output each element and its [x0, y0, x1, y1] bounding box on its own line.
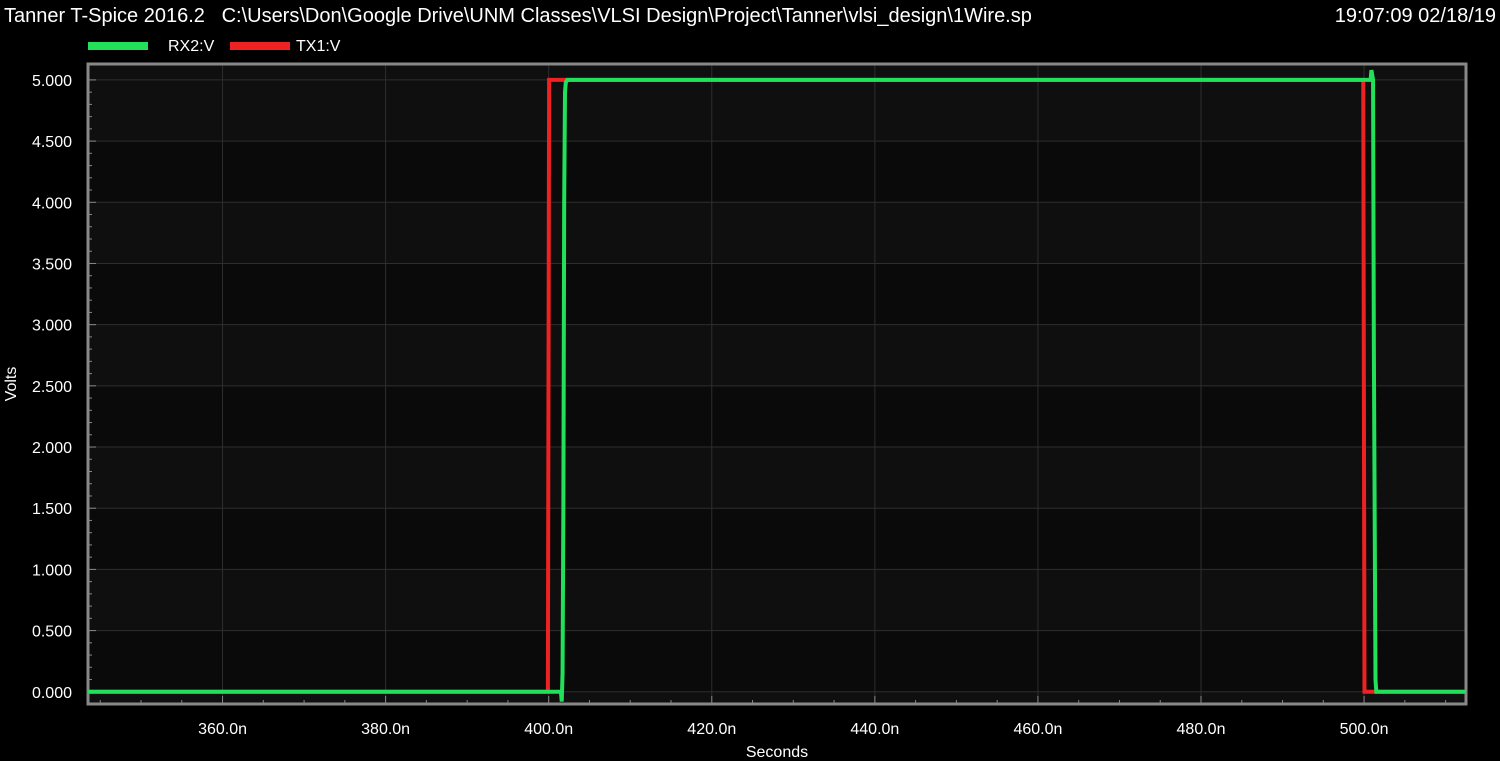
x-axis-label: Seconds	[746, 744, 808, 761]
plot-band	[88, 385, 1466, 448]
y-tick-label: 3.500	[32, 256, 72, 273]
y-tick-label: 4.000	[32, 195, 72, 212]
plot-band	[88, 630, 1466, 692]
y-tick-label: 3.000	[32, 318, 72, 335]
y-tick-label: 1.500	[32, 501, 72, 518]
x-tick-label: 460.0n	[1013, 721, 1062, 738]
plot-band	[88, 263, 1466, 325]
x-tick-label: 360.0n	[198, 721, 247, 738]
y-axis-label: Volts	[3, 367, 20, 402]
y-tick-label: 0.500	[32, 624, 72, 641]
x-tick-label: 440.0n	[850, 721, 899, 738]
y-tick-label: 5.000	[32, 73, 72, 90]
y-tick-label: 2.000	[32, 440, 72, 457]
plot-band	[88, 508, 1466, 570]
x-tick-label: 480.0n	[1177, 721, 1226, 738]
x-tick-label: 420.0n	[687, 721, 736, 738]
x-tick-label: 400.0n	[524, 721, 573, 738]
y-tick-label: 1.000	[32, 562, 72, 579]
plot-band	[88, 141, 1466, 203]
x-tick-label: 500.0n	[1340, 721, 1389, 738]
x-tick-label: 380.0n	[361, 721, 410, 738]
y-tick-label: 0.000	[32, 685, 72, 702]
y-tick-label: 2.500	[32, 379, 72, 396]
y-tick-label: 4.500	[32, 134, 72, 151]
waveform-plot[interactable]: 0.000 0.500 1.000 1.500 2.000 2.500 3.000 3.500…	[0, 0, 1500, 761]
